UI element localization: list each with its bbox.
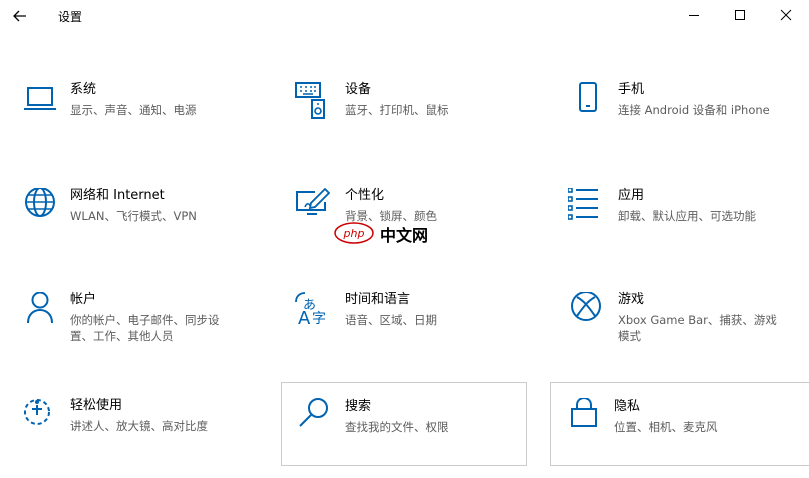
tile-description: 蓝牙、打印机、鼠标: [345, 103, 449, 117]
paint-monitor-icon: [296, 188, 331, 215]
tile-privacy[interactable]: 隐私 位置、相机、麦克风: [550, 382, 809, 466]
tile-description: 位置、相机、麦克风: [614, 420, 718, 434]
php-logo-text: php: [343, 227, 365, 240]
tile-apps[interactable]: 应用 卸载、默认应用、可选功能: [548, 188, 794, 268]
tile-network[interactable]: 网络和 Internet WLAN、飞行模式、VPN: [0, 188, 246, 268]
tile-description: 查找我的文件、权限: [345, 420, 449, 434]
tile-description: 语音、区域、日期: [345, 313, 437, 327]
tile-accounts[interactable]: 帐户 你的帐户、电子邮件、同步设置、工作、其他人员: [0, 292, 246, 372]
tile-title: 时间和语言: [345, 292, 411, 307]
minimize-button[interactable]: [672, 0, 718, 32]
window-title: 设置: [58, 10, 83, 24]
tile-title: 隐私: [614, 399, 641, 414]
lock-icon: [571, 398, 597, 427]
tile-title: 轻松使用: [70, 398, 123, 413]
xbox-icon: [571, 292, 601, 321]
watermark-text: 中文网: [380, 226, 429, 245]
close-button[interactable]: [764, 0, 809, 32]
svg-text:A: A: [298, 308, 311, 329]
maximize-button[interactable]: [718, 0, 764, 32]
tile-gaming[interactable]: 游戏 Xbox Game Bar、捕获、游戏模式: [548, 292, 794, 372]
tile-title: 应用: [618, 188, 645, 203]
language-icon: あ A 字: [295, 292, 326, 329]
tile-phone[interactable]: 手机 连接 Android 设备和 iPhone: [548, 82, 794, 162]
keyboard-speaker-icon: [295, 82, 325, 119]
tile-description: 你的帐户、电子邮件、同步设置、工作、其他人员: [70, 313, 220, 343]
tile-description: 连接 Android 设备和 iPhone: [618, 103, 770, 117]
tile-description: Xbox Game Bar、捕获、游戏模式: [618, 313, 777, 343]
ease-of-access-icon: [24, 399, 50, 425]
tile-title: 游戏: [618, 292, 645, 307]
tile-title: 帐户: [70, 292, 97, 307]
title-bar: 设置: [0, 0, 809, 34]
tile-time-language[interactable]: あ A 字 时间和语言 语音、区域、日期: [275, 292, 521, 372]
tile-system[interactable]: 系统 显示、声音、通知、电源: [0, 82, 246, 162]
tile-devices[interactable]: 设备 蓝牙、打印机、鼠标: [275, 82, 521, 162]
minimize-icon: [689, 15, 699, 16]
phone-icon: [579, 82, 597, 112]
globe-icon: [25, 188, 55, 217]
tile-title: 系统: [70, 82, 97, 97]
svg-text:字: 字: [312, 311, 326, 327]
watermark: php 中文网: [334, 222, 446, 245]
tile-description: 讲述人、放大镜、高对比度: [70, 419, 208, 433]
apps-list-icon: [568, 188, 598, 220]
back-arrow-icon: [13, 10, 26, 22]
tile-title: 搜索: [345, 399, 372, 414]
tile-title: 手机: [618, 82, 645, 97]
tile-description: 显示、声音、通知、电源: [70, 103, 197, 117]
tile-search[interactable]: 搜索 查找我的文件、权限: [281, 382, 527, 466]
tile-description: WLAN、飞行模式、VPN: [70, 209, 197, 223]
tile-description: 卸载、默认应用、可选功能: [618, 209, 756, 223]
close-icon: [780, 9, 792, 21]
search-icon: [299, 398, 328, 427]
tile-title: 个性化: [345, 188, 385, 203]
php-logo-badge: php: [334, 222, 374, 244]
back-button[interactable]: [8, 4, 32, 28]
tile-title: 设备: [345, 82, 372, 97]
laptop-icon: [24, 87, 56, 110]
tile-ease-of-access[interactable]: 轻松使用 讲述人、放大镜、高对比度: [0, 398, 246, 478]
maximize-icon: [735, 10, 745, 20]
tile-title: 网络和 Internet: [70, 188, 165, 203]
person-icon: [27, 292, 53, 324]
